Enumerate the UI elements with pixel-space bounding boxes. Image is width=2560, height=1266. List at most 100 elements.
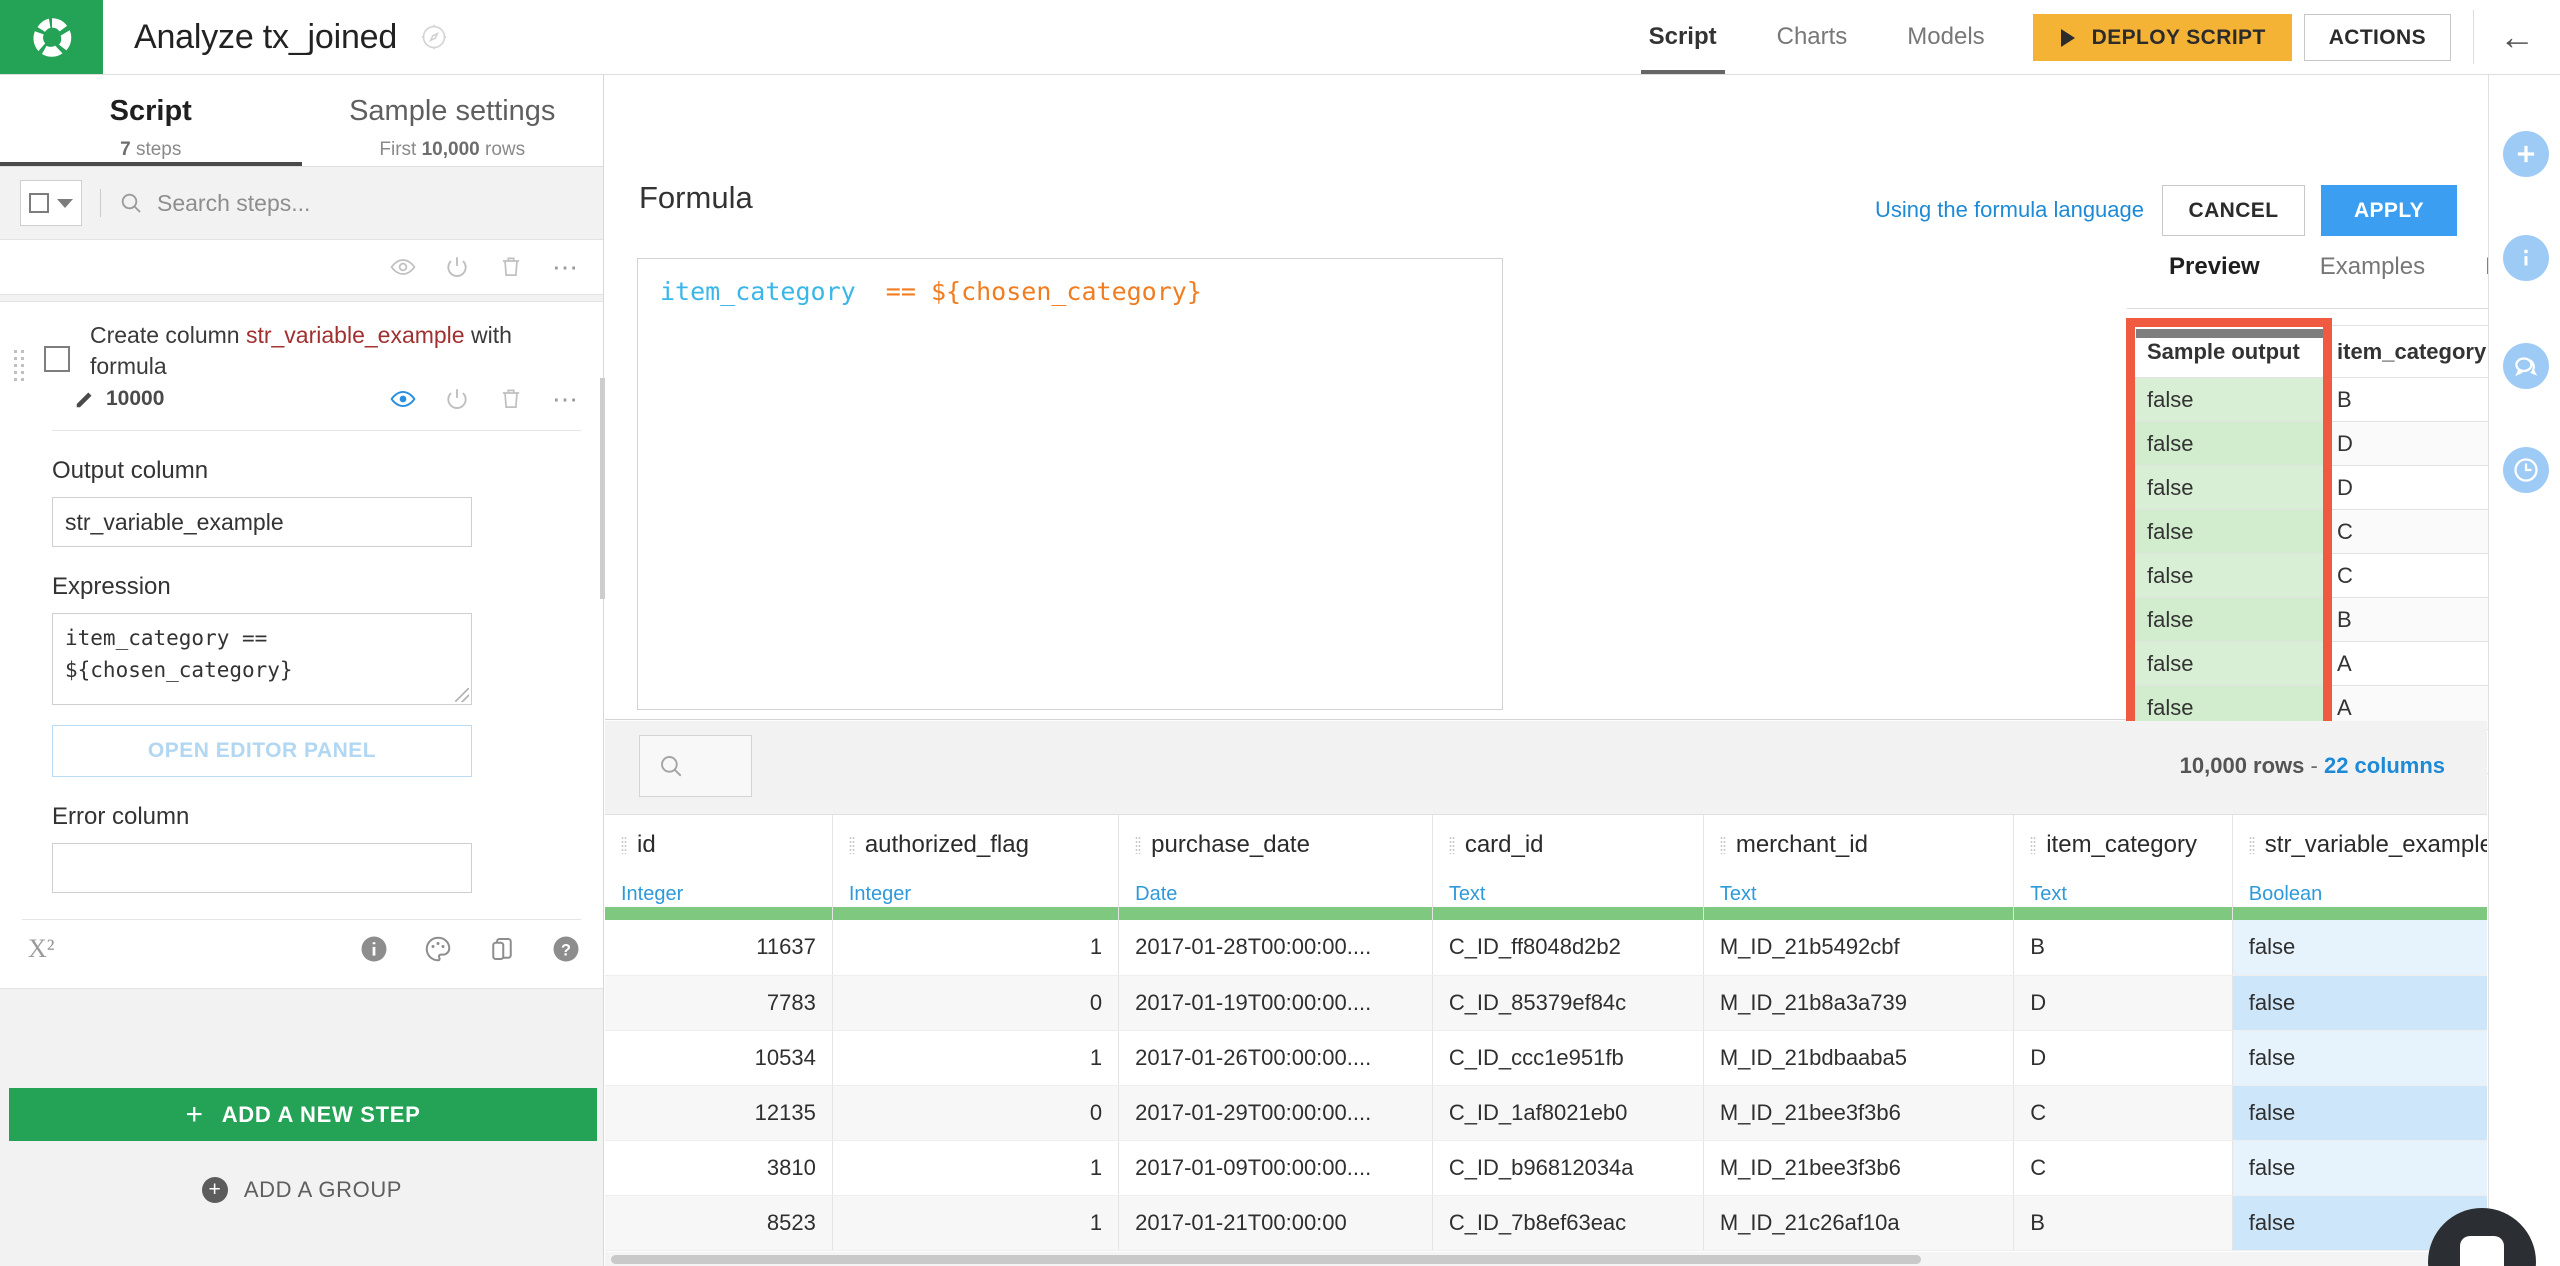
eye-icon[interactable] <box>390 254 416 280</box>
table-row[interactable]: 1163712017-01-28T00:00:00....C_ID_ff8048… <box>605 920 2487 975</box>
grid-column-header[interactable]: merchant_idText <box>1703 815 2013 907</box>
drag-handle-icon[interactable] <box>14 350 28 381</box>
table-cell: 1 <box>832 1030 1118 1085</box>
add-new-step-button[interactable]: + ADD A NEW STEP <box>9 1088 597 1141</box>
scrollbar-thumb[interactable] <box>611 1255 1921 1264</box>
grid-column-header[interactable]: card_idText <box>1432 815 1703 907</box>
error-column-input[interactable] <box>52 843 472 893</box>
history-icon[interactable] <box>2503 447 2549 493</box>
grid-horizontal-scrollbar[interactable] <box>605 1252 2487 1266</box>
preview-column-scroll-nub[interactable] <box>2136 329 2326 338</box>
plus-circle-icon: + <box>202 1177 228 1203</box>
column-grip-icon[interactable] <box>621 836 627 854</box>
table-cell: 3810 <box>605 1140 832 1195</box>
table-cell: 2017-01-29T00:00:00.... <box>1119 1085 1433 1140</box>
more-icon[interactable]: ⋯ <box>552 393 581 405</box>
actions-button[interactable]: ACTIONS <box>2304 14 2451 61</box>
column-grip-icon[interactable] <box>1135 836 1141 854</box>
back-arrow-icon[interactable]: ← <box>2474 0 2560 74</box>
grid-column-name-text: authorized_flag <box>865 831 1029 858</box>
grid-counts-sep: - <box>2304 753 2324 778</box>
expression-label: Expression <box>0 547 603 613</box>
column-quality-segment <box>1119 907 1433 920</box>
palette-icon[interactable] <box>423 934 453 964</box>
select-all-dropdown[interactable] <box>20 180 82 226</box>
power-icon[interactable] <box>444 386 470 412</box>
deploy-script-button[interactable]: DEPLOY SCRIPT <box>2033 14 2292 61</box>
column-grip-icon[interactable] <box>1449 836 1455 854</box>
tab-preview[interactable]: Preview <box>2139 253 2290 281</box>
discussions-icon[interactable] <box>2503 343 2549 389</box>
tab-models-label: Models <box>1907 23 1984 51</box>
grid-row-count: 10,000 rows <box>2180 753 2305 778</box>
more-icon[interactable]: ⋯ <box>552 261 581 273</box>
add-group-button[interactable]: + ADD A GROUP <box>0 1168 604 1212</box>
table-cell: 0 <box>832 1085 1118 1140</box>
tab-script[interactable]: Script <box>1619 0 1747 74</box>
table-row[interactable]: 1053412017-01-26T00:00:00....C_ID_ccc1e9… <box>605 1030 2487 1085</box>
info-icon[interactable] <box>2503 235 2549 281</box>
grid-column-header[interactable]: item_categoryText <box>2014 815 2233 907</box>
trash-icon[interactable] <box>498 254 524 280</box>
output-column-value: str_variable_example <box>65 509 284 536</box>
grid-column-header[interactable]: authorized_flagInteger <box>832 815 1118 907</box>
plus-icon[interactable] <box>2503 131 2549 177</box>
expression-textarea[interactable]: item_category == ${chosen_category} <box>52 613 472 705</box>
expression-value: item_category == ${chosen_category} <box>65 626 293 682</box>
tab-models[interactable]: Models <box>1877 0 2014 74</box>
grid-column-header[interactable]: idInteger <box>605 815 832 907</box>
grid-column-count[interactable]: 22 columns <box>2324 753 2445 778</box>
grid-column-name-text: str_variable_example <box>2265 831 2487 858</box>
grid-column-header[interactable]: str_variable_exampleBoolean <box>2232 815 2487 907</box>
table-cell: D <box>2014 1030 2233 1085</box>
table-cell: 10534 <box>605 1030 832 1085</box>
table-cell: B <box>2014 920 2233 975</box>
grid-scroll-viewport[interactable]: idIntegerauthorized_flagIntegerpurchase_… <box>605 814 2487 1266</box>
table-row[interactable]: 852312017-01-21T00:00:00C_ID_7b8ef63eacM… <box>605 1195 2487 1250</box>
column-grip-icon[interactable] <box>849 836 855 854</box>
support-chat-glyph <box>2460 1236 2504 1266</box>
step-row-collapsed[interactable]: ⋯ <box>0 239 603 295</box>
table-cell: 0 <box>832 975 1118 1030</box>
formula-symbol-icon[interactable]: X² <box>28 934 55 964</box>
search-steps-input[interactable]: Search steps... <box>119 190 583 217</box>
copy-icon[interactable] <box>487 934 517 964</box>
help-icon[interactable]: ? <box>551 934 581 964</box>
column-grip-icon[interactable] <box>2030 836 2036 854</box>
eye-icon[interactable] <box>390 386 416 412</box>
step-count-suffix: steps <box>131 139 182 160</box>
trash-icon[interactable] <box>498 386 524 412</box>
app-logo[interactable] <box>0 0 103 74</box>
table-row[interactable]: 1213502017-01-29T00:00:00....C_ID_1af802… <box>605 1085 2487 1140</box>
table-cell: 2017-01-09T00:00:00.... <box>1119 1140 1433 1195</box>
left-tab-sample-sub: First 10,000 rows <box>379 139 525 161</box>
cancel-button[interactable]: CANCEL <box>2162 185 2305 236</box>
left-tab-script-label: Script <box>110 95 192 128</box>
table-row[interactable]: 381012017-01-09T00:00:00....C_ID_b968120… <box>605 1140 2487 1195</box>
tab-script-label: Script <box>1649 23 1717 51</box>
column-grip-icon[interactable] <box>2249 836 2255 854</box>
column-grip-icon[interactable] <box>1720 836 1726 854</box>
grid-search-input[interactable] <box>639 735 752 797</box>
step-description: Create column str_variable_example with … <box>90 320 520 382</box>
grid-column-header[interactable]: purchase_dateDate <box>1119 815 1433 907</box>
compass-icon[interactable] <box>419 22 449 52</box>
tab-charts[interactable]: Charts <box>1747 0 1878 74</box>
formula-code-editor[interactable]: item_category == ${chosen_category} <box>637 258 1503 710</box>
table-row[interactable]: 778302017-01-19T00:00:00....C_ID_85379ef… <box>605 975 2487 1030</box>
grid-column-name: str_variable_example <box>2249 831 2487 859</box>
apply-button[interactable]: APPLY <box>2321 185 2457 236</box>
open-editor-panel-button[interactable]: OPEN EDITOR PANEL <box>52 725 472 777</box>
power-icon[interactable] <box>444 254 470 280</box>
table-cell: D <box>2014 975 2233 1030</box>
info-icon[interactable] <box>359 934 389 964</box>
resize-grip-icon[interactable] <box>455 688 469 702</box>
left-tab-sample-settings[interactable]: Sample settings First 10,000 rows <box>302 75 604 167</box>
step-checkbox[interactable] <box>44 346 70 372</box>
tab-examples[interactable]: Examples <box>2290 253 2455 281</box>
formula-language-link[interactable]: Using the formula language <box>1875 197 2144 223</box>
output-column-input[interactable]: str_variable_example <box>52 497 472 547</box>
left-tab-script[interactable]: Script 7 steps <box>0 75 302 167</box>
grid-body: 1163712017-01-28T00:00:00....C_ID_ff8048… <box>605 907 2487 1250</box>
formula-panel: Formula Using the formula language CANCE… <box>605 75 2487 720</box>
